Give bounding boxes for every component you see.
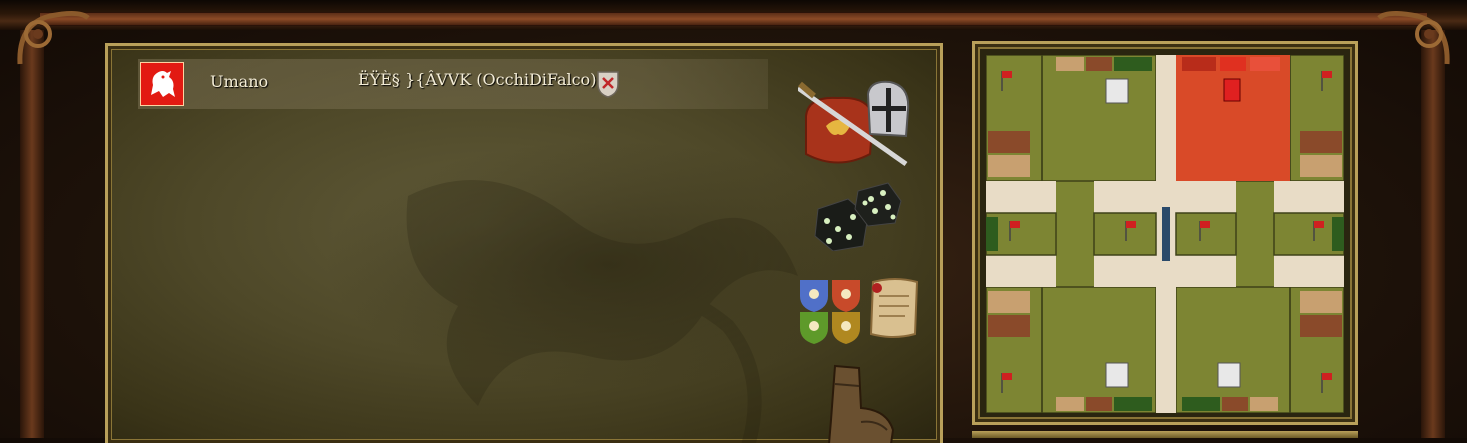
lobby-panel: Umano ËŸÈ§ }{ÂVVK (OcchiDiFalco)	[105, 43, 943, 443]
map-preview-panel	[972, 41, 1358, 425]
corner-ornament-left	[17, 10, 90, 65]
map-panel-bottom-edge	[972, 431, 1358, 438]
player-name-label: ËŸÈ§ }{ÂVVK (OcchiDiFalco)	[358, 70, 597, 89]
frame-left	[20, 30, 44, 438]
scroll-button[interactable]	[865, 276, 923, 342]
leave-boot-button[interactable]	[821, 364, 896, 443]
heraldic-emblem-watermark	[406, 180, 798, 443]
castle-icon	[1105, 362, 1129, 388]
frame-rail	[40, 12, 1427, 26]
castle-icon	[1217, 362, 1241, 388]
castle-icon	[1105, 78, 1129, 104]
lion-icon	[151, 71, 175, 97]
factions-shields-button[interactable]	[798, 274, 863, 346]
player-type-label: Umano	[210, 72, 269, 91]
map-preview[interactable]	[986, 55, 1344, 413]
player-castle-icon	[1223, 78, 1241, 102]
player-slot-row[interactable]: Umano ËŸÈ§ }{ÂVVK (OcchiDiFalco)	[138, 59, 768, 109]
player-faction-flag[interactable]	[140, 62, 184, 106]
frame-right	[1421, 30, 1445, 438]
random-dice-button[interactable]	[813, 181, 903, 251]
player-start-zone	[1176, 55, 1290, 181]
kick-player-icon[interactable]	[596, 70, 620, 98]
corner-ornament-right	[1377, 10, 1450, 65]
start-battle-button[interactable]	[798, 76, 918, 171]
